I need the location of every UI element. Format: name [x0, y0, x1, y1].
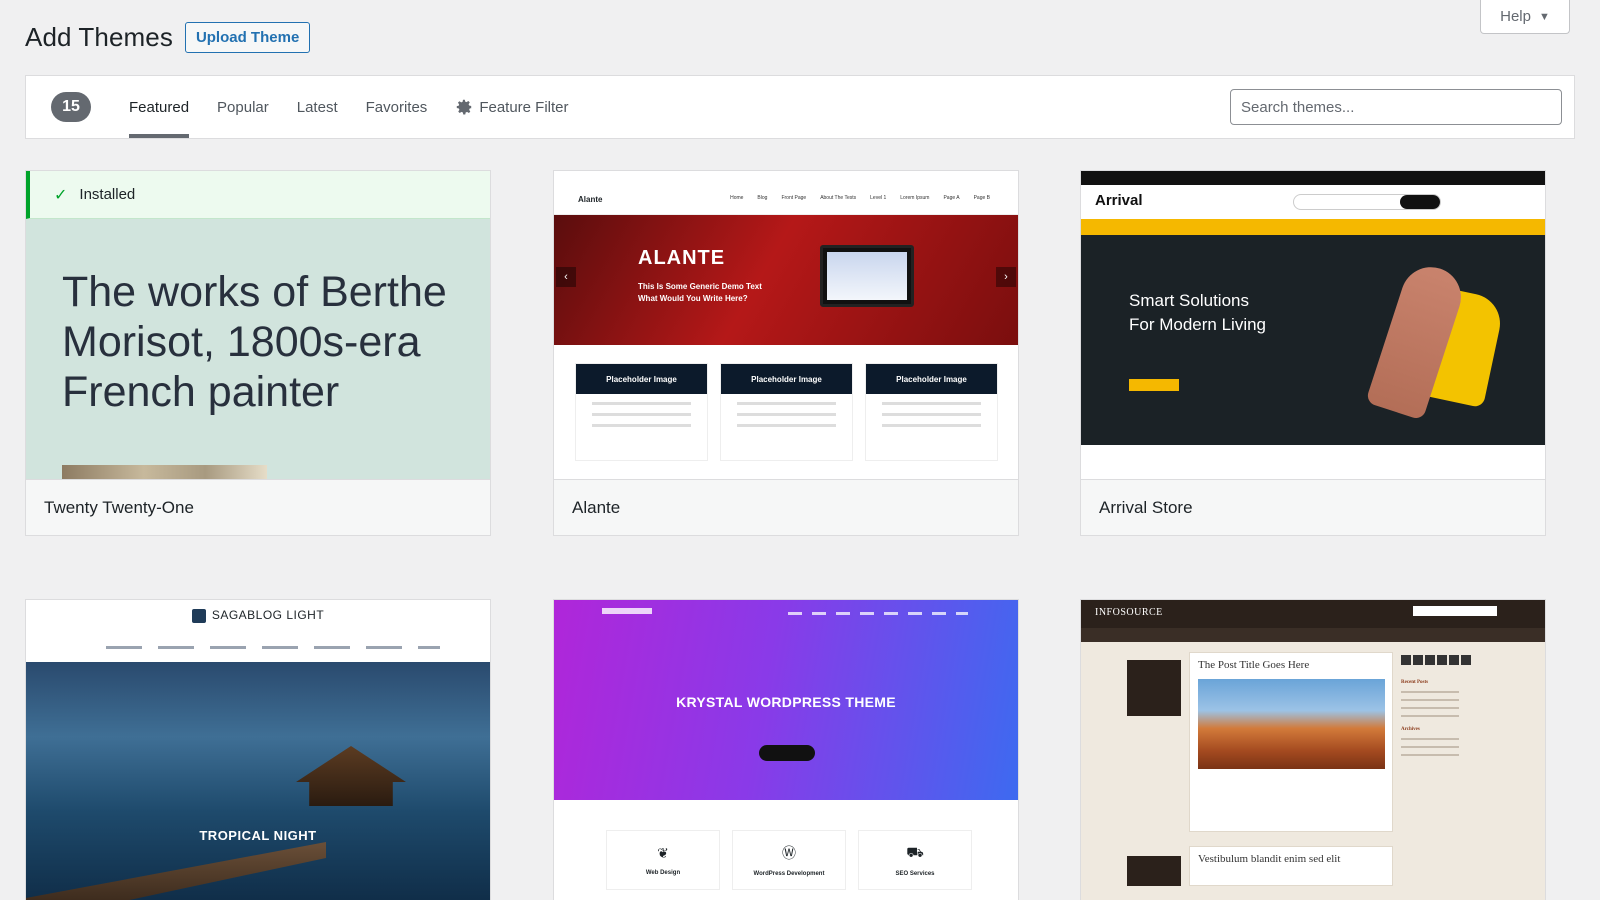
theme-screenshot[interactable]: ✓ Installed The works of Berthe Morisot,… — [26, 171, 490, 479]
post-title: The Post Title Goes Here — [1198, 659, 1310, 671]
wordpress-icon: Ⓦ — [782, 845, 796, 861]
preview-logo: Alante — [578, 195, 603, 204]
cart-icon: ⛟ — [906, 843, 924, 860]
preview-header: Alante Home Blog Front Page About The Tests… — [554, 171, 1018, 215]
dock-image — [26, 842, 326, 900]
hero-button — [759, 745, 815, 761]
gear-icon — [457, 99, 473, 115]
chevron-left-icon: ‹ — [556, 267, 576, 287]
logo-mark-icon — [191, 608, 206, 623]
feature-filter-label: Feature Filter — [479, 98, 569, 116]
theme-count-badge: 15 — [51, 92, 91, 122]
preview-services: ❦ Web Design Ⓦ WordPress Development ⛟ SEO … — [606, 830, 972, 890]
installed-notice: ✓ Installed — [26, 171, 490, 219]
preview-nav — [1081, 628, 1545, 642]
social-icon — [1449, 655, 1459, 665]
preview-search — [1293, 194, 1441, 210]
preview-nav — [1081, 219, 1545, 235]
preview-header: INFOSOURCE — [1081, 600, 1545, 628]
service-box: ❦ Web Design — [606, 830, 720, 890]
canyon-image — [1198, 679, 1385, 769]
preview-logo: INFOSOURCE — [1095, 607, 1163, 618]
installed-label: Installed — [79, 186, 136, 203]
upload-theme-button[interactable]: Upload Theme — [184, 22, 311, 53]
feature-box: Placeholder Image — [575, 363, 708, 461]
preview-logo — [602, 608, 652, 614]
hero-title: ALANTE — [638, 247, 726, 269]
preview-hero: ALANTE This Is Some Generic Demo Text Wh… — [554, 215, 1018, 345]
social-icon — [1425, 655, 1435, 665]
tab-feature-filter[interactable]: Feature Filter — [455, 76, 569, 138]
tab-favorites[interactable]: Favorites — [366, 76, 428, 138]
hero-title: KRYSTAL WORDPRESS THEME — [676, 694, 896, 710]
preview-logo: Arrival — [1095, 192, 1143, 209]
preview-hero-image: TROPICAL NIGHT — [26, 662, 490, 900]
help-label: Help — [1500, 8, 1531, 25]
theme-card-sagablog-light[interactable]: SAGABLOG LIGHT TROPICAL NIGHT — [25, 599, 491, 900]
hero-title: TROPICAL NIGHT — [199, 828, 317, 843]
post-date-tab — [1127, 660, 1181, 716]
theme-screenshot[interactable]: Arrival Smart Solutions For Modern Livin… — [1081, 171, 1545, 479]
theme-screenshot[interactable]: KRYSTAL WORDPRESS THEME ❦ Web Design Ⓦ Wor… — [554, 600, 1018, 900]
social-icon — [1401, 655, 1411, 665]
tab-latest[interactable]: Latest — [297, 76, 338, 138]
chevron-right-icon: › — [996, 267, 1016, 287]
caret-down-icon: ▼ — [1538, 10, 1550, 23]
page-title: Add Themes — [25, 22, 173, 52]
theme-screenshot[interactable]: Alante Home Blog Front Page About The Tests… — [554, 171, 1018, 479]
theme-card-krystal[interactable]: KRYSTAL WORDPRESS THEME ❦ Web Design Ⓦ Wor… — [553, 599, 1019, 900]
hero-button — [1129, 379, 1179, 391]
theme-screenshot[interactable]: SAGABLOG LIGHT TROPICAL NIGHT — [26, 600, 490, 900]
preview-search — [1413, 606, 1497, 616]
checkmark-icon: ✓ — [54, 186, 68, 204]
leaf-icon: ❦ — [657, 844, 669, 861]
preview-topbar — [1081, 171, 1545, 185]
preview-logo: SAGABLOG LIGHT — [26, 608, 490, 623]
post-date-tab — [1127, 856, 1181, 886]
preview-post: The Post Title Goes Here — [1189, 652, 1393, 832]
tab-popular[interactable]: Popular — [217, 76, 269, 138]
preview-feature-boxes: Placeholder Image Placeholder Image Plac… — [575, 363, 998, 461]
post-title: Vestibulum blandit enim sed elit — [1198, 853, 1341, 865]
search-themes-input[interactable] — [1230, 89, 1562, 125]
social-icon — [1413, 655, 1423, 665]
feature-box: Placeholder Image — [720, 363, 853, 461]
hero-title: Smart Solutions For Modern Living — [1129, 291, 1267, 334]
theme-card-arrival-store[interactable]: Arrival Smart Solutions For Modern Livin… — [1080, 170, 1546, 536]
service-box: ⛟ SEO Services — [858, 830, 972, 890]
help-tab-button[interactable]: Help ▼ — [1480, 0, 1570, 34]
preview-post: Vestibulum blandit enim sed elit — [1189, 846, 1393, 886]
hut-image — [296, 746, 406, 806]
theme-card-alante[interactable]: Alante Home Blog Front Page About The Tests… — [553, 170, 1019, 536]
service-box: Ⓦ WordPress Development — [732, 830, 846, 890]
theme-name[interactable]: Alante — [554, 479, 1018, 535]
theme-name[interactable]: Arrival Store — [1081, 479, 1545, 535]
preview-header: Arrival — [1081, 185, 1545, 219]
tab-featured[interactable]: Featured — [129, 76, 190, 138]
page-header: Add Themes Upload Theme — [25, 22, 311, 53]
theme-card-twenty-twenty-one[interactable]: ✓ Installed The works of Berthe Morisot,… — [25, 170, 491, 536]
preview-image — [62, 465, 267, 479]
preview-header: SAGABLOG LIGHT — [26, 600, 490, 662]
theme-screenshot[interactable]: INFOSOURCE The Post Title Goes Here Vest… — [1081, 600, 1545, 900]
preview-headline: The works of Berthe Morisot, 1800s-era F… — [62, 268, 447, 416]
preview-nav: Home Blog Front Page About The Tests Level 1… — [730, 195, 990, 201]
preview-sidebar: Recent Posts Archives — [1401, 652, 1497, 756]
sidebar-heading: Recent Posts — [1401, 680, 1429, 685]
theme-filter-bar: 15 Featured Popular Latest Favorites Fea… — [25, 75, 1575, 139]
preview-hero: Smart Solutions For Modern Living — [1081, 235, 1545, 445]
filter-tabs: Featured Popular Latest Favorites Featur… — [129, 76, 597, 138]
preview-nav — [106, 646, 440, 649]
feature-box: Placeholder Image — [865, 363, 998, 461]
laptop-image — [820, 245, 914, 307]
social-icon — [1461, 655, 1471, 665]
preview-hero: KRYSTAL WORDPRESS THEME — [554, 600, 1018, 800]
hero-subtitle: This Is Some Generic Demo Text What Woul… — [638, 282, 762, 303]
theme-card-infosource[interactable]: INFOSOURCE The Post Title Goes Here Vest… — [1080, 599, 1546, 900]
social-icon — [1437, 655, 1447, 665]
sidebar-heading: Archives — [1401, 727, 1420, 732]
theme-name[interactable]: Twenty Twenty-One — [26, 479, 490, 535]
preview-nav — [788, 612, 968, 615]
